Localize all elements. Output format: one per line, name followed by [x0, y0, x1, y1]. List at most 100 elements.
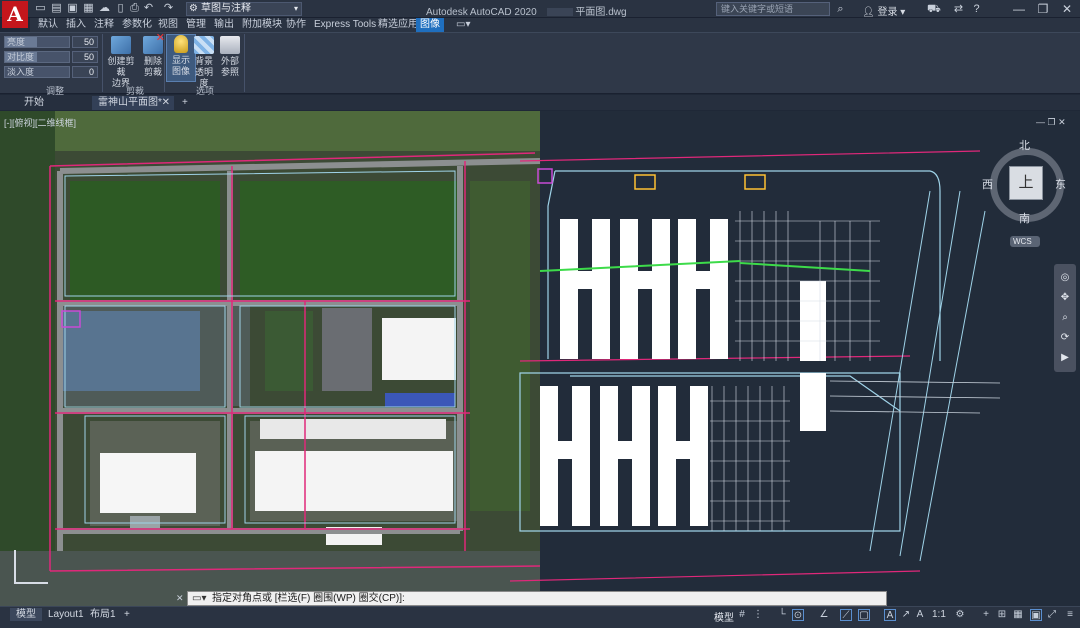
- redo-icon[interactable]: ↷: [162, 2, 175, 15]
- tab-collaborate[interactable]: 协作: [282, 18, 310, 32]
- exchange-icon[interactable]: ⇄: [952, 3, 965, 16]
- zoom-extents-icon[interactable]: ⌕: [1059, 312, 1071, 324]
- grid-icon[interactable]: #: [736, 609, 748, 621]
- viewport-window-controls[interactable]: — ❐ ✕: [1036, 117, 1066, 128]
- layout-tab-layout-cn[interactable]: 布局1: [84, 608, 122, 621]
- forest-area: [70, 181, 220, 301]
- tab-current-drawing[interactable]: 雷神山平面图* ✕: [92, 96, 174, 110]
- undo-icon[interactable]: ↶: [142, 2, 155, 15]
- gate-marker: [634, 174, 656, 190]
- workspace-gear-icon[interactable]: ⚙: [954, 609, 966, 621]
- vegetation-strip: [0, 111, 540, 151]
- auto-scale-icon[interactable]: ↗: [900, 609, 912, 621]
- open-folder-icon[interactable]: ▤: [50, 2, 63, 15]
- compass-east[interactable]: 东: [1055, 176, 1066, 192]
- save-as-icon[interactable]: ▦: [82, 2, 95, 15]
- object-snap-tracking-icon[interactable]: ∠: [818, 609, 830, 621]
- showmotion-icon[interactable]: ▶: [1059, 352, 1071, 364]
- grass-area: [265, 311, 313, 391]
- ortho-icon[interactable]: └: [776, 609, 788, 621]
- brightness-slider[interactable]: 亮度: [4, 36, 70, 48]
- fade-value[interactable]: 0: [72, 66, 98, 78]
- layout-tab-model[interactable]: 模型: [10, 608, 42, 621]
- compass-west[interactable]: 西: [982, 176, 993, 192]
- close-tab-icon[interactable]: ✕: [162, 96, 170, 110]
- compass-north[interactable]: 北: [1019, 137, 1030, 153]
- create-clip-boundary-button[interactable]: 创建剪裁 边界: [104, 36, 138, 89]
- help-icon[interactable]: ?: [970, 3, 983, 16]
- tab-overflow-icon[interactable]: ▭▾: [452, 18, 474, 32]
- tab-addins[interactable]: 附加模块: [238, 18, 286, 32]
- brightness-value[interactable]: 50: [72, 36, 98, 48]
- tab-insert[interactable]: 插入: [62, 18, 90, 32]
- command-line[interactable]: ▭▾ 指定对角点或 [栏选(F) 圈围(WP) 圈交(CP)]:: [187, 591, 887, 606]
- selection-cycling-icon[interactable]: ▢: [858, 609, 870, 621]
- isolate-objects-icon[interactable]: ▣: [1030, 609, 1042, 621]
- save-icon[interactable]: ▣: [66, 2, 79, 15]
- drawing-viewport[interactable]: [0, 111, 1080, 606]
- close-icon[interactable]: ✕: [1058, 1, 1076, 17]
- tab-manage[interactable]: 管理: [182, 18, 210, 32]
- steering-wheel-icon[interactable]: ◎: [1059, 272, 1071, 284]
- layout-tab-layout1[interactable]: Layout1: [42, 608, 90, 621]
- delete-clip-icon: ✕: [143, 33, 165, 54]
- units-icon[interactable]: ⊞: [996, 609, 1008, 621]
- create-clip-line1: 创建剪裁: [107, 56, 135, 77]
- tab-start[interactable]: 开始: [18, 96, 50, 110]
- gear-icon: ⚙: [189, 3, 198, 14]
- tab-parametric[interactable]: 参数化: [118, 18, 156, 32]
- search-input[interactable]: 键入关键字或短语: [716, 2, 830, 16]
- annotation-visibility-icon[interactable]: A: [884, 609, 896, 621]
- print-icon[interactable]: ⎙: [128, 2, 141, 15]
- customization-icon[interactable]: ≡: [1064, 609, 1076, 621]
- tab-annotate[interactable]: 注释: [90, 18, 118, 32]
- isodraft-icon[interactable]: ⟋: [840, 609, 852, 621]
- binoculars-icon[interactable]: ⌕: [834, 3, 847, 16]
- quick-properties-icon[interactable]: ▦: [1012, 609, 1024, 621]
- login-button[interactable]: 👤︎ 登录 ▾: [862, 3, 905, 18]
- workspace-label: 草图与注释: [201, 3, 251, 14]
- add-scale-icon[interactable]: +: [980, 609, 992, 621]
- scale-value[interactable]: 1:1: [932, 609, 946, 620]
- command-icon: ▭▾: [192, 593, 207, 604]
- tab-view[interactable]: 视图: [154, 18, 182, 32]
- contrast-slider[interactable]: 对比度: [4, 51, 70, 63]
- tab-output[interactable]: 输出: [210, 18, 238, 32]
- chevron-down-icon: ▾: [293, 4, 298, 13]
- publish-icon[interactable]: ▯: [114, 2, 127, 15]
- wcs-menu[interactable]: WCS: [1010, 236, 1040, 247]
- white-building: [255, 451, 453, 511]
- restore-icon[interactable]: ❐: [1034, 1, 1052, 17]
- command-close-icon[interactable]: ✕: [176, 592, 187, 605]
- fade-slider[interactable]: 淡入度: [4, 66, 70, 78]
- pan-icon[interactable]: ✥: [1059, 292, 1071, 304]
- compass-south[interactable]: 南: [1019, 210, 1030, 226]
- viewport-label[interactable]: [-][俯视][二维线框]: [4, 116, 76, 129]
- tab-featured-apps[interactable]: 精选应用: [374, 18, 422, 32]
- new-tab-icon[interactable]: +: [176, 96, 194, 110]
- fullscreen-icon[interactable]: ⤢: [1046, 609, 1058, 621]
- new-file-icon[interactable]: ▭: [34, 2, 47, 15]
- transparency-icon: [194, 36, 214, 54]
- orbit-icon[interactable]: ⟳: [1059, 332, 1071, 344]
- autocad-logo-icon[interactable]: A: [2, 1, 28, 28]
- cart-icon[interactable]: ⛟: [927, 3, 941, 16]
- tab-image[interactable]: 图像: [416, 18, 444, 32]
- white-building: [382, 318, 456, 380]
- cloud-save-icon[interactable]: ☁: [98, 2, 111, 15]
- tab-express-tools[interactable]: Express Tools: [310, 18, 380, 32]
- workspace-select[interactable]: ⚙ 草图与注释 ▾: [186, 2, 302, 16]
- add-layout-icon[interactable]: +: [118, 608, 136, 621]
- grass-area: [470, 181, 530, 511]
- model-space-button[interactable]: 模型: [714, 609, 734, 624]
- contrast-value[interactable]: 50: [72, 51, 98, 63]
- external-reference-button[interactable]: 外部 参照: [218, 36, 242, 78]
- viewcube-top-face[interactable]: 上: [1009, 166, 1043, 200]
- polar-tracking-icon[interactable]: ⊙: [792, 609, 804, 621]
- annotation-scale-icon[interactable]: A: [914, 609, 926, 621]
- minimize-icon[interactable]: —: [1010, 1, 1028, 17]
- tab-default[interactable]: 默认: [34, 18, 62, 32]
- background-transparency-button[interactable]: 背景 透明度: [192, 36, 216, 89]
- app-name: Autodesk AutoCAD 2020: [426, 7, 537, 18]
- snap-icon[interactable]: ⋮: [752, 609, 764, 621]
